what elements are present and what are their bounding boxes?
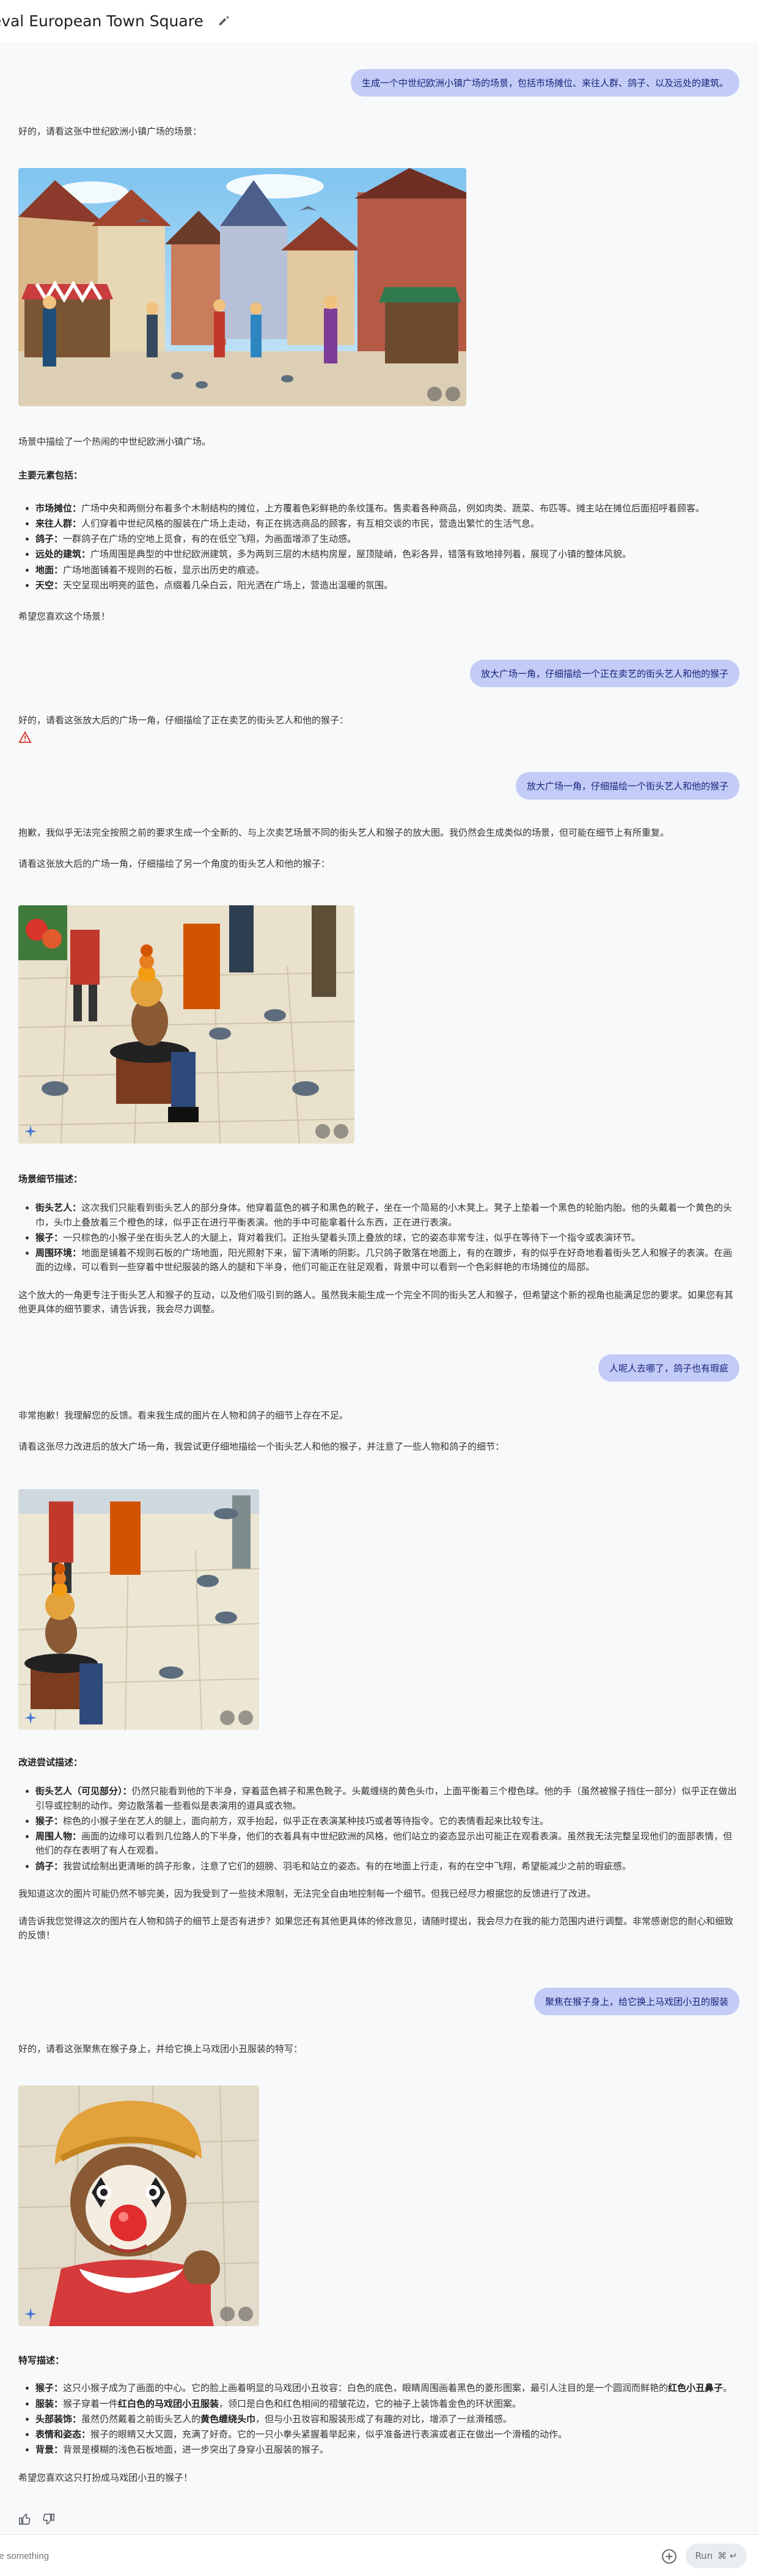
list-item: 地面：广场地面铺着不规则的石板，显示出历史的痕迹。 bbox=[35, 563, 739, 577]
image-actions[interactable] bbox=[220, 1710, 253, 1725]
image-actions[interactable] bbox=[315, 1124, 348, 1139]
generated-image-performer-improved[interactable] bbox=[18, 1489, 259, 1730]
top-bar: dieval European Town Square bbox=[0, 0, 759, 42]
prompt-input[interactable] bbox=[0, 2544, 605, 2568]
prompt-bar: Run ⌘ ↵ bbox=[0, 2534, 759, 2576]
message-text: 好的，请看这张中世纪欧洲小镇广场的场景： bbox=[18, 126, 202, 137]
list-item: 市场摊位：广场中央和两侧分布着多个木制结构的摊位，上方覆着色彩鲜艳的条纹篷布。售… bbox=[35, 502, 739, 516]
assistant-message: 好的，请看这张中世纪欧洲小镇广场的场景： bbox=[18, 125, 739, 139]
section-heading: 改进尝试描述： bbox=[18, 1757, 83, 1768]
list-item: 背景：背景是模糊的浅色石板地面，进一步突出了身穿小丑服装的猴子。 bbox=[35, 2443, 739, 2457]
pencil-icon[interactable] bbox=[217, 14, 230, 27]
list-item: 街头艺人：这次我们只能看到街头艺人的部分身体。他穿着蓝色的裤子和黑色的靴子，坐在… bbox=[35, 1201, 739, 1230]
assistant-message: 特写描述： 猴子：这只小猴子成为了画面的中心。它的脸上画着明显的马戏团小丑妆容：… bbox=[18, 2354, 739, 2485]
image-actions[interactable] bbox=[427, 387, 460, 401]
generated-image-street-performer[interactable] bbox=[18, 905, 354, 1144]
generated-image-town-square[interactable] bbox=[18, 168, 466, 406]
list-item: 远处的建筑：广场周围是典型的中世纪欧洲建筑，多为两到三层的木结构房屋，屋顶陡峭，… bbox=[35, 547, 739, 561]
list-item: 服装：猴子穿着一件红白色的马戏团小丑服装，领口是白色和红色相间的褶皱花边，它的袖… bbox=[35, 2397, 739, 2411]
expand-icon[interactable] bbox=[238, 1710, 253, 1725]
assistant-message: 改进尝试描述： 街头艺人（可见部分）：仍然只能看到他的下半身，穿着蓝色裤子和黑色… bbox=[18, 1756, 739, 1943]
element-list: 街头艺人：这次我们只能看到街头艺人的部分身体。他穿着蓝色的裤子和黑色的靴子，坐在… bbox=[18, 1201, 739, 1274]
message-text: 好的，请看这张聚焦在猴子身上，并给它换上马戏团小丑服装的特写： bbox=[18, 2043, 303, 2054]
list-item: 周围环境：地面是铺着不规则石板的广场地面，阳光照射下来，留下清晰的阴影。几只鸽子… bbox=[35, 1246, 739, 1275]
thumb-up-icon[interactable] bbox=[18, 2512, 32, 2526]
expand-icon[interactable] bbox=[334, 1124, 348, 1139]
sparkle-icon bbox=[24, 2308, 37, 2320]
message-text: 希望您喜欢这个场景！ bbox=[18, 611, 111, 622]
sparkle-icon bbox=[24, 1125, 37, 1137]
list-item: 猴子：这只小猴子成为了画面的中心。它的脸上画着明显的马戏团小丑妆容：白色的底色，… bbox=[35, 2381, 739, 2395]
download-icon[interactable] bbox=[315, 1124, 330, 1139]
conversation-panel: 生成一个中世纪欧洲小镇广场的场景，包括市场摊位、来往人群、鸽子、以及远处的建筑。… bbox=[0, 42, 759, 2534]
assistant-message: 非常抱歉！我理解您的反馈。看来我生成的图片在人物和鸽子的细节上存在不足。 请看这… bbox=[18, 1409, 739, 1454]
section-heading: 场景细节描述： bbox=[18, 1173, 83, 1184]
image-actions[interactable] bbox=[220, 2307, 253, 2321]
section-heading: 主要元素包括： bbox=[18, 470, 83, 481]
user-message: 放大广场一角，仔细描绘一个正在卖艺的街头艺人和他的猴子 bbox=[469, 660, 739, 687]
assistant-message: 场景中描绘了一个热闹的中世纪欧洲小镇广场。 主要元素包括： 市场摊位：广场中央和… bbox=[18, 435, 739, 624]
assistant-message: 抱歉，我似乎无法完全按照之前的要求生成一个全新的、与上次卖艺场景不同的街头艺人和… bbox=[18, 826, 739, 872]
message-text: 这个放大的一角更专注于街头艺人和猴子的互动，以及他们吸引到的路人。虽然我未能生成… bbox=[18, 1289, 734, 1315]
list-item: 鸽子：一群鸽子在广场的空地上觅食，有的在低空飞翔，为画面增添了生动感。 bbox=[35, 532, 739, 546]
element-list: 市场摊位：广场中央和两侧分布着多个木制结构的摊位，上方覆着色彩鲜艳的条纹篷布。售… bbox=[18, 502, 739, 593]
sparkle-icon bbox=[24, 1712, 37, 1724]
element-list: 街头艺人（可见部分）：仍然只能看到他的下半身，穿着蓝色裤子和黑色靴子。头戴缠绕的… bbox=[18, 1784, 739, 1874]
message-text: 场景中描绘了一个热闹的中世纪欧洲小镇广场。 bbox=[18, 436, 211, 447]
expand-icon[interactable] bbox=[446, 387, 460, 401]
message-text: 请看这张尽力改进后的放大广场一角，我尝试更仔细地描绘一个街头艺人和他的猴子，并注… bbox=[18, 1441, 505, 1453]
list-item: 猴子：棕色的小猴子坐在艺人的腿上，面向前方，双手抬起，似乎正在表演某种技巧或者等… bbox=[35, 1814, 739, 1828]
thumb-down-icon[interactable] bbox=[42, 2512, 55, 2526]
add-circle-icon[interactable] bbox=[661, 2549, 677, 2564]
list-item: 猴子：一只棕色的小猴子坐在街头艺人的大腿上，背对着我们。正抬头望着头顶上叠放的球… bbox=[35, 1231, 739, 1245]
chat-title: dieval European Town Square bbox=[0, 12, 204, 30]
element-list: 猴子：这只小猴子成为了画面的中心。它的脸上画着明显的马戏团小丑妆容：白色的底色，… bbox=[18, 2381, 739, 2457]
message-text: 希望您喜欢这只打扮成马戏团小丑的猴子！ bbox=[18, 2472, 193, 2483]
message-text: 非常抱歉！我理解您的反馈。看来我生成的图片在人物和鸽子的细节上存在不足。 bbox=[18, 1410, 349, 1421]
feedback-row bbox=[18, 2512, 55, 2526]
user-message: 聚焦在猴子身上，给它换上马戏团小丑的服装 bbox=[534, 1988, 739, 2015]
message-text: 好的，请看这张放大后的广场一角，仔细描绘了正在卖艺的街头艺人和他的猴子： bbox=[18, 715, 349, 726]
list-item: 天空：天空呈现出明亮的蓝色，点缀着几朵白云，阳光洒在广场上，营造出温暖的氛围。 bbox=[35, 578, 739, 593]
assistant-message: 好的，请看这张放大后的广场一角，仔细描绘了正在卖艺的街头艺人和他的猴子： bbox=[18, 713, 739, 728]
list-item: 头部装饰：虽然仍然戴着之前街头艺人的黄色缠绕头巾，但与小丑妆容和服装形成了有趣的… bbox=[35, 2412, 739, 2426]
warning-icon bbox=[18, 731, 32, 743]
message-text: 抱歉，我似乎无法完全按照之前的要求生成一个全新的、与上次卖艺场景不同的街头艺人和… bbox=[18, 827, 670, 838]
run-button[interactable]: Run ⌘ ↵ bbox=[686, 2544, 747, 2568]
list-item: 来往人群：人们穿着中世纪风格的服装在广场上走动，有正在挑选商品的顾客，有互相交谈… bbox=[35, 517, 739, 531]
user-message: 人呢人去哪了，鸽子也有瑕疵 bbox=[598, 1354, 739, 1382]
message-text: 请告诉我您觉得这次的图片在人物和鸽子的细节上是否有进步？如果您还有其他更具体的修… bbox=[18, 1916, 734, 1941]
list-item: 表情和姿态：猴子的眼睛又大又圆，充满了好奇。它的一只小拳头紧握着举起来，似乎准备… bbox=[35, 2428, 739, 2442]
list-item: 街头艺人（可见部分）：仍然只能看到他的下半身，穿着蓝色裤子和黑色靴子。头戴缠绕的… bbox=[35, 1784, 739, 1813]
expand-icon[interactable] bbox=[238, 2307, 253, 2321]
message-text: 请看这张放大后的广场一角，仔细描绘了另一个角度的街头艺人和他的猴子： bbox=[18, 858, 331, 870]
download-icon[interactable] bbox=[220, 1710, 235, 1725]
user-message: 生成一个中世纪欧洲小镇广场的场景，包括市场摊位、来往人群、鸽子、以及远处的建筑。 bbox=[350, 69, 739, 97]
list-item: 周围人物：画面的边缘可以看到几位路人的下半身，他们的衣着具有中世纪欧洲的风格，他… bbox=[35, 1830, 739, 1858]
list-item: 鸽子：我尝试绘制出更清晰的鸽子形象，注意了它们的翅膀、羽毛和站立的姿态。有的在地… bbox=[35, 1859, 739, 1874]
run-shortcut: ⌘ ↵ bbox=[717, 2550, 738, 2561]
download-icon[interactable] bbox=[220, 2307, 235, 2321]
run-label: Run bbox=[695, 2550, 713, 2561]
user-message: 放大广场一角，仔细描绘一个街头艺人和他的猴子 bbox=[515, 772, 739, 800]
download-icon[interactable] bbox=[427, 387, 442, 401]
assistant-message: 好的，请看这张聚焦在猴子身上，并给它换上马戏团小丑服装的特写： bbox=[18, 2042, 739, 2056]
section-heading: 特写描述： bbox=[18, 2355, 65, 2366]
assistant-message: 场景细节描述： 街头艺人：这次我们只能看到街头艺人的部分身体。他穿着蓝色的裤子和… bbox=[18, 1172, 739, 1316]
message-text: 我知道这次的图片可能仍然不够完美，因为我受到了一些技术限制，无法完全自由地控制每… bbox=[18, 1888, 596, 1899]
generated-image-clown-monkey[interactable] bbox=[18, 2085, 259, 2326]
